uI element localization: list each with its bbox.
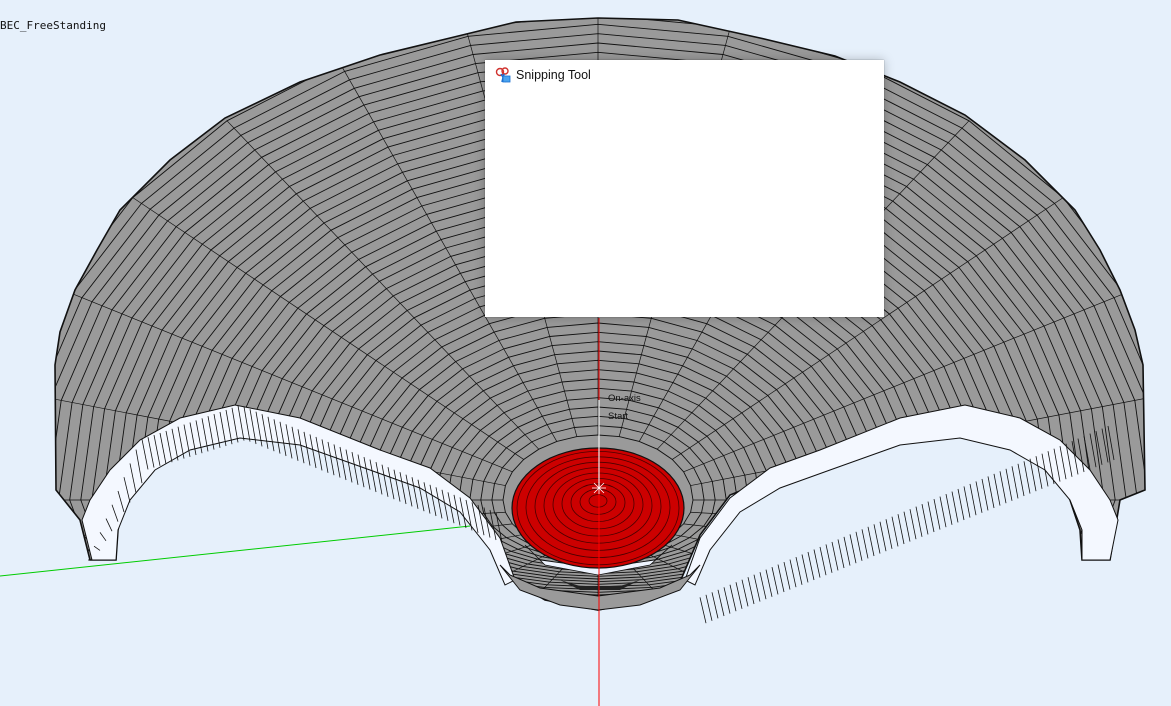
- mesh-hatch-line: [891, 516, 899, 547]
- snipping-tool-window[interactable]: Snipping Tool: [485, 60, 884, 317]
- mesh-hatch-line: [873, 524, 881, 554]
- mesh-hatch-line: [771, 567, 779, 595]
- mesh-hatch-line: [951, 491, 959, 523]
- mesh-hatch-line: [981, 478, 989, 511]
- snipping-tool-title: Snipping Tool: [516, 68, 591, 82]
- mesh-hatch-line: [861, 529, 869, 559]
- mesh-hatch-line: [753, 574, 761, 602]
- mesh-hatch-line: [837, 539, 845, 569]
- mesh-hatch-line: [735, 582, 743, 609]
- mesh-hatch-line: [1023, 461, 1031, 494]
- mesh-hatch-line: [1011, 466, 1019, 499]
- mesh-hatch-line: [765, 569, 773, 597]
- snipping-tool-titlebar[interactable]: Snipping Tool: [485, 60, 884, 90]
- mesh-hatch-line: [789, 559, 797, 588]
- mesh-hatch-line: [759, 572, 767, 600]
- mesh-hatch-line: [699, 597, 707, 624]
- mesh-hatch-line: [945, 493, 953, 525]
- mesh-radial-line: [132, 533, 524, 610]
- mesh-hatch-line: [999, 471, 1007, 504]
- mesh-hatch-line: [915, 506, 923, 537]
- mesh-hatch-line: [711, 592, 719, 619]
- mesh-hatch-line: [831, 541, 839, 571]
- mesh-hatch-line: [903, 511, 911, 542]
- mesh-hatch-line: [717, 589, 725, 617]
- mesh-hatch-line: [807, 551, 815, 581]
- x-axis-line: [0, 525, 471, 577]
- on-axis-label: On-axis: [608, 393, 641, 404]
- mesh-hatch-line: [741, 579, 749, 607]
- mesh-hatch-line: [1005, 468, 1013, 501]
- mesh-hatch-line: [939, 496, 947, 528]
- start-label: Start: [608, 411, 628, 422]
- mesh-hatch-line: [849, 534, 857, 564]
- mesh-radial-line: [339, 549, 557, 610]
- mesh-hatch-line: [909, 509, 917, 540]
- mesh-hatch-line: [813, 549, 821, 578]
- mesh-hatch-line: [705, 594, 713, 621]
- 3d-viewport[interactable]: On-axis Start BEC_FreeStanding Snipping …: [0, 0, 1171, 706]
- mesh-hatch-line: [969, 483, 977, 516]
- mesh-hatch-line: [723, 587, 731, 614]
- mesh-hatch-line: [963, 486, 971, 518]
- mesh-hatch-line: [927, 501, 935, 533]
- mesh-hatch-line: [747, 577, 755, 605]
- mesh-hatch-line: [795, 556, 803, 585]
- driver-diaphragm: [511, 447, 685, 569]
- mesh-hatch-line: [975, 481, 983, 513]
- mesh-hatch-line: [921, 504, 929, 535]
- model-name-label: BEC_FreeStanding: [0, 19, 106, 32]
- mesh-hatch-line: [1017, 463, 1025, 497]
- mesh-hatch-line: [729, 584, 737, 612]
- mesh-hatch-line: [777, 564, 785, 593]
- mesh-hatch-line: [855, 531, 863, 561]
- mesh-hatch-line: [897, 514, 905, 545]
- scissors-icon: [495, 67, 511, 83]
- mesh-hatch-line: [885, 519, 893, 549]
- mesh-radial-line: [683, 523, 1135, 577]
- mesh-hatch-line: [825, 544, 833, 573]
- mesh-hatch-line: [843, 536, 851, 566]
- mesh-hatch-line: [879, 521, 887, 552]
- mesh-radial-line: [61, 523, 513, 577]
- mesh-hatch-line: [987, 476, 995, 509]
- mesh-radial-line: [226, 542, 539, 610]
- mesh-hatch-line: [993, 473, 1001, 506]
- mesh-hatch-line: [933, 499, 941, 530]
- mesh-hatch-line: [957, 488, 965, 521]
- mesh-radial-line: [672, 533, 1064, 610]
- mesh-hatch-line: [783, 561, 791, 590]
- mesh-hatch-line: [819, 546, 827, 576]
- mesh-hatch-line: [867, 526, 875, 557]
- mesh-hatch-line: [801, 554, 809, 583]
